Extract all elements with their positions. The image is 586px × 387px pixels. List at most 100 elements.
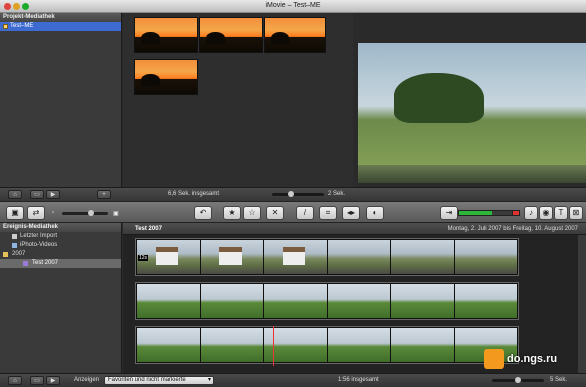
thumb-small-icon: ▫ [52, 210, 55, 216]
folder-icon [3, 252, 8, 257]
viewer-tree [394, 73, 484, 123]
thumbnail-size-knob[interactable] [88, 210, 94, 216]
swap-icon[interactable]: ⇄ [27, 206, 45, 220]
show-label: Anzeigen [74, 377, 100, 383]
photo-icon[interactable]: ◉ [539, 206, 553, 220]
iphoto-icon [12, 243, 17, 248]
event-item-label: Test 2007 [32, 260, 59, 266]
wand-icon[interactable]: / [296, 206, 314, 220]
viewer-panel [354, 13, 586, 187]
reject-icon[interactable]: ✕ [266, 206, 284, 220]
clip-frame [327, 328, 390, 362]
clip-frame [264, 284, 327, 318]
project-timeline[interactable] [123, 13, 353, 187]
transition-icon[interactable]: ⊠ [569, 206, 583, 220]
project-clip[interactable] [134, 59, 198, 95]
viewer-ground [358, 165, 586, 183]
clip-frame [454, 284, 517, 318]
event-zoom-knob[interactable] [515, 377, 521, 383]
project-library-panel: Projekt-Mediathek Test–ME [0, 13, 122, 187]
music-icon[interactable]: ♪ [524, 206, 538, 220]
clip-duration-label: 12s [138, 255, 149, 261]
window-title: iMovie – Test–ME [265, 2, 321, 9]
event-item-test-2007[interactable]: Test 2007 [0, 259, 121, 268]
event-clip-row[interactable] [135, 326, 519, 366]
playhead[interactable] [273, 326, 274, 366]
project-clip[interactable] [134, 17, 198, 53]
clip-frame [200, 328, 263, 362]
crop-icon[interactable]: ⌗ [319, 206, 337, 220]
event-clip-row[interactable] [135, 282, 519, 320]
project-clip[interactable] [199, 17, 263, 53]
event-view-button[interactable]: ⌂ [8, 376, 22, 385]
star-outline-icon[interactable]: ☆ [243, 206, 261, 220]
import-icon [12, 234, 17, 239]
event-fullscreen-button[interactable]: ▭ [30, 376, 44, 385]
audio-icon[interactable]: ◂▸ [342, 206, 360, 220]
event-status-bar: ⌂ ▭ ▶ Anzeigen Favoriten und nicht marki… [0, 373, 586, 387]
filter-dropdown[interactable]: Favoriten und nicht markierte ▾ [104, 376, 214, 385]
audio-meter-icon[interactable]: ⇥ [440, 206, 458, 220]
project-status-bar: ⌂ ▭ ▶ + 6,6 Sek. insgesamt 2 Sek. [0, 187, 354, 201]
add-project-button[interactable]: + [97, 190, 111, 199]
watermark-logo [484, 349, 504, 369]
viewer-status-bar [354, 187, 586, 201]
event-item-last-import[interactable]: Letzter Import [0, 232, 121, 241]
event-title: Test 2007 [135, 226, 162, 232]
event-item-label: 2007 [12, 251, 26, 257]
clip-frame [327, 284, 390, 318]
clip-frame [327, 240, 390, 274]
project-clip[interactable] [264, 17, 326, 53]
title-icon[interactable]: T [554, 206, 568, 220]
event-date-range: Montag, 2. Juli 2007 bis Freitag, 10. Au… [447, 226, 578, 232]
clip-frame [454, 240, 517, 274]
play-project-button[interactable]: ▶ [46, 190, 60, 199]
event-library-header: Ereignis-Mediathek [0, 223, 121, 232]
event-zoom-slider[interactable] [492, 377, 544, 383]
project-library-header: Projekt-Mediathek [0, 13, 121, 22]
undo-icon[interactable]: ↶ [194, 206, 212, 220]
event-star-icon [23, 261, 28, 266]
project-total: 6,6 Sek. insgesamt [168, 191, 220, 197]
event-total: 1:56 insgesamt [338, 377, 379, 383]
project-view-button[interactable]: ⌂ [8, 190, 22, 199]
chevron-down-icon: ▾ [207, 377, 211, 383]
main-toolbar: ▣ ⇄ ▫ ▣ ↶ ★ ☆ ✕ / ⌗ ◂▸ ◐ ⇥ ♪ ◉ T ⊠ [0, 201, 586, 223]
event-clip-row[interactable]: 12s [135, 238, 519, 276]
project-item-test-me[interactable]: Test–ME [0, 22, 121, 31]
project-zoom-label: 2 Sek. [328, 191, 346, 197]
project-zoom-knob[interactable] [288, 191, 294, 197]
clip-frame [200, 284, 263, 318]
clip-frame [264, 240, 327, 274]
event-item-iphoto[interactable]: iPhoto-Videos [0, 241, 121, 250]
event-header: Test 2007 Montag, 2. Juli 2007 bis Freit… [123, 223, 586, 235]
title-bar: iMovie – Test–ME [0, 0, 586, 13]
event-item-label: Letzter Import [20, 233, 58, 239]
audio-level-meter [458, 210, 520, 216]
project-icon [3, 24, 8, 29]
clip-frame [391, 284, 454, 318]
event-scrollbar[interactable] [578, 235, 586, 373]
event-item-2007[interactable]: 2007 [0, 250, 121, 259]
star-icon[interactable]: ★ [223, 206, 241, 220]
thumb-large-icon: ▣ [113, 211, 119, 217]
color-icon[interactable]: ◐ [366, 206, 384, 220]
thumbnail-size-slider[interactable] [62, 210, 108, 216]
watermark-text: do.ngs.ru [507, 353, 558, 365]
event-library-panel: Ereignis-Mediathek Letzter Import iPhoto… [0, 223, 122, 373]
viewer-frame [358, 43, 586, 183]
play-event-button[interactable]: ▶ [46, 376, 60, 385]
clip-frame [391, 328, 454, 362]
watermark: do.ngs.ru [484, 346, 557, 372]
project-zoom-slider[interactable] [272, 191, 324, 197]
audio-peak-indicator [512, 210, 520, 216]
event-item-label: iPhoto-Videos [20, 242, 58, 248]
project-item-label: Test–ME [10, 23, 34, 29]
clip-frame [137, 284, 200, 318]
filter-value: Favoriten und nicht markierte [108, 377, 186, 383]
event-zoom-label: 5 Sek. [550, 377, 568, 383]
fullscreen-button[interactable]: ▭ [30, 190, 44, 199]
camera-import-icon[interactable]: ▣ [6, 206, 24, 220]
clip-frame [391, 240, 454, 274]
clip-frame [137, 328, 200, 362]
